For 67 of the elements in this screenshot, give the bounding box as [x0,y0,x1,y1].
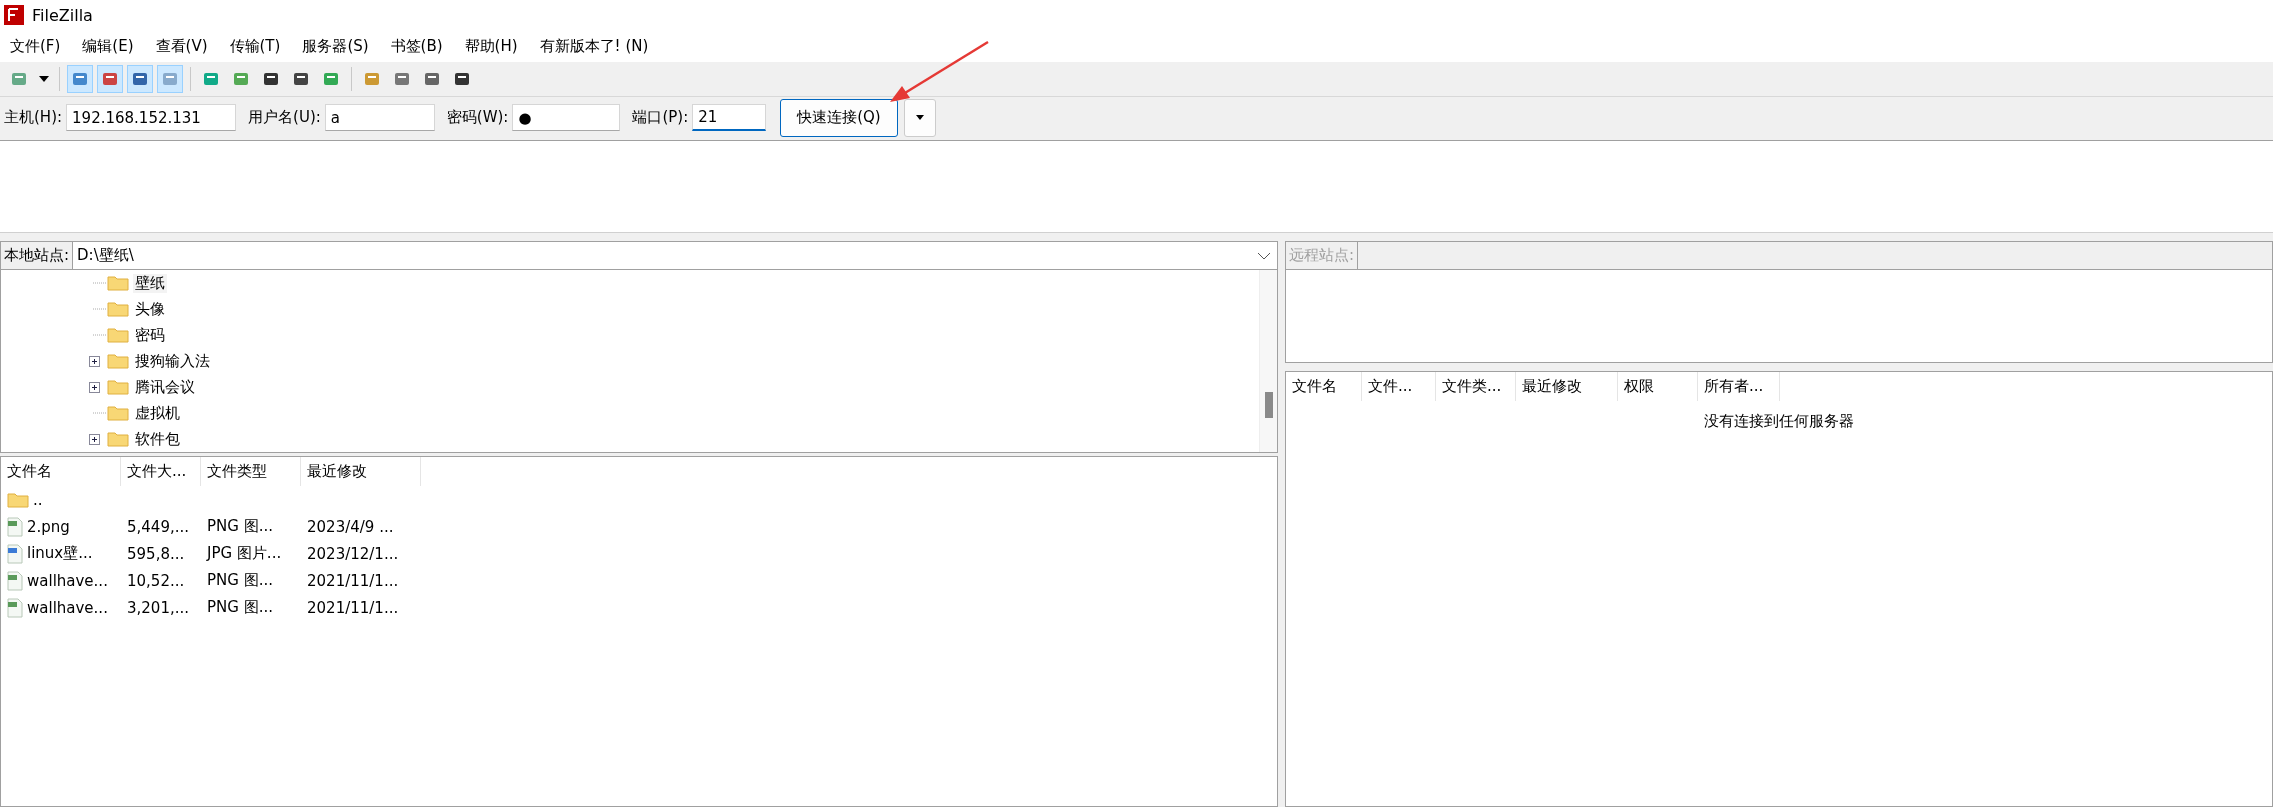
host-field[interactable]: 192.168.152.131 [66,104,237,131]
password-field[interactable]: ● [512,104,621,131]
file-name: 2.png [27,517,70,536]
column-header[interactable]: 最近修改 [301,457,421,486]
scrollbar[interactable] [1259,270,1277,452]
caret-icon [915,115,924,120]
image-file-icon [7,597,23,618]
menu-item[interactable]: 帮助(H) [464,36,518,56]
folder-icon [7,491,29,508]
file-type: JPG 图片... [207,544,282,563]
file-size: 5,449,... [127,517,189,536]
file-name: wallhave... [27,571,108,590]
folder-name[interactable]: 壁纸 [133,273,167,293]
expand-icon[interactable] [89,355,100,367]
folder-icon [107,275,129,291]
quickconnect-button[interactable]: 快速连接(Q) [780,98,898,137]
folder-name[interactable]: 软件包 [133,429,182,449]
file-size: 3,201,... [127,598,189,617]
expand-icon[interactable] [89,381,100,393]
column-header[interactable]: 文件大... [121,457,201,486]
caret-icon [39,76,49,82]
file-name: wallhave... [27,598,108,617]
file-type: PNG 图... [207,517,273,536]
folder-icon [107,327,129,343]
password-label: 密码(W): [446,108,509,127]
file-size: 10,52... [127,571,185,590]
menu-item[interactable]: 查看(V) [155,36,208,56]
file-name: linux壁... [27,544,93,563]
folder-name[interactable]: 头像 [133,299,167,319]
image-file-icon [7,570,23,591]
file-type: PNG 图... [207,598,273,617]
folder-icon [107,301,129,317]
username-field[interactable]: a [324,104,435,131]
file-modified: 2021/11/1... [307,571,399,590]
folder-icon [107,379,129,395]
image-file-icon [7,516,23,537]
port-label: 端口(P): [632,108,689,127]
menu-item[interactable]: 服务器(S) [302,36,369,56]
file-modified: 2023/12/1... [307,544,399,563]
column-header[interactable]: 文件类型 [201,457,301,486]
file-name: .. [33,490,43,509]
folder-name[interactable]: 腾讯会议 [133,377,197,397]
image-file-icon [7,543,23,564]
menu-item[interactable]: 有新版本了! (N) [539,36,649,56]
folder-icon [107,431,129,447]
expand-icon[interactable] [89,433,100,445]
column-header[interactable]: 文件名 [1,457,121,486]
menu-item[interactable]: 书签(B) [390,36,443,56]
app-logo-icon [4,5,24,25]
username-label: 用户名(U): [248,108,321,127]
file-type: PNG 图... [207,571,273,590]
window-title: FileZilla [32,5,93,25]
folder-icon [107,405,129,421]
menu-item[interactable]: 传输(T) [229,36,281,56]
host-label: 主机(H): [4,108,63,127]
folder-name[interactable]: 虚拟机 [133,403,182,423]
port-field[interactable]: 21 [692,104,767,131]
menu-item[interactable]: 编辑(E) [82,36,134,56]
file-size: 595,8... [127,544,185,563]
folder-name[interactable]: 搜狗输入法 [133,351,212,371]
quickconnect-dropdown[interactable] [903,98,936,137]
file-modified: 2023/4/9 ... [307,517,394,536]
status-message: 没有连接到任何服务器 [1704,412,1854,430]
folder-name[interactable]: 密码 [133,325,167,345]
file-modified: 2021/11/1... [307,598,399,617]
menu-item[interactable]: 文件(F) [10,36,61,56]
folder-icon [107,353,129,369]
